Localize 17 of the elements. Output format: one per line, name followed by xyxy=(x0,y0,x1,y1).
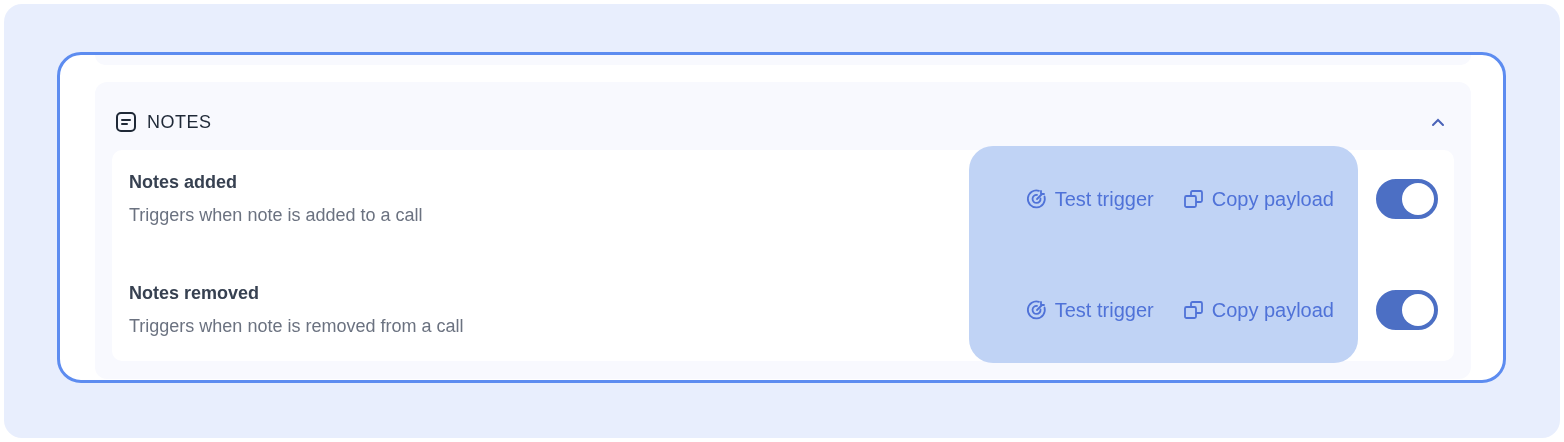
trigger-description: Triggers when note is removed from a call xyxy=(129,316,465,337)
target-icon xyxy=(1024,298,1049,322)
copy-payload-button[interactable]: Copy payload xyxy=(1181,298,1334,322)
chevron-up-icon xyxy=(1431,117,1445,127)
test-trigger-button[interactable]: Test trigger xyxy=(1024,187,1154,211)
test-trigger-button[interactable]: Test trigger xyxy=(1024,298,1154,322)
trigger-title: Notes removed xyxy=(129,283,261,304)
trigger-description: Triggers when note is added to a call xyxy=(129,205,424,226)
toggle-switch[interactable] xyxy=(1376,290,1438,330)
toggle-switch[interactable] xyxy=(1376,179,1438,219)
copy-payload-button[interactable]: Copy payload xyxy=(1181,187,1334,211)
note-icon xyxy=(115,111,137,133)
trigger-title: Notes added xyxy=(129,172,239,193)
target-icon xyxy=(1024,187,1049,211)
copy-icon xyxy=(1181,187,1206,211)
section-title: NOTES xyxy=(147,111,212,133)
copy-icon xyxy=(1181,298,1206,322)
